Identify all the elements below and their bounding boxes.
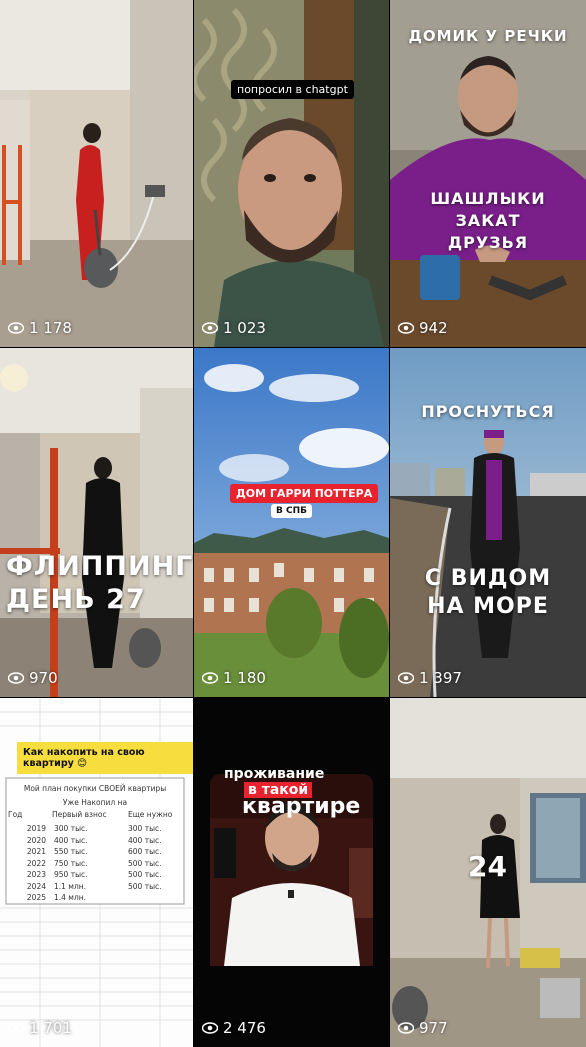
eye-icon	[202, 672, 218, 684]
view-count: 2 476	[202, 1019, 266, 1037]
table-row: 2023 950 тыс. 500 тыс.	[26, 870, 162, 879]
thumbnail-image	[194, 698, 389, 1047]
table-row: 2022 750 тыс. 500 тыс.	[26, 858, 162, 868]
view-count: 970	[8, 669, 58, 687]
view-count: 1 180	[202, 669, 266, 687]
eye-icon	[398, 322, 414, 334]
title-line-1: проживание	[224, 766, 325, 782]
title-line-3: квартире	[242, 794, 361, 819]
thumbnail-image	[0, 348, 193, 697]
view-count: 1 701	[8, 1019, 72, 1037]
reel-tile-house-by-river[interactable]: ДОМИК У РЕЧКИ ШАШЛЫКИ ЗАКАТ ДРУЗЬЯ 942	[390, 0, 586, 347]
view-count: 942	[398, 319, 448, 337]
subtitle-tag: В СПБ	[271, 504, 312, 518]
subtitle-caption: ШАШЛЫКИ ЗАКАТ ДРУЗЬЯ	[430, 189, 546, 252]
title-caption: ДОМИК У РЕЧКИ	[408, 27, 568, 45]
view-count-value: 942	[419, 319, 448, 337]
sheet-title: Мой план покупки СВОЕЙ квартиры	[23, 784, 167, 793]
eye-icon	[202, 1022, 218, 1034]
thumbnail-image	[390, 348, 586, 697]
thumbnail-image	[194, 348, 389, 697]
column-header-down-payment: Первый взнос	[52, 810, 107, 819]
reel-tile-flipping-day-27[interactable]: ФЛИППИНГ ДЕНЬ 27 970	[0, 348, 193, 697]
caption-pill: попросил в chatgpt	[231, 80, 354, 99]
table-row: 2021 550 тыс. 600 тыс.	[26, 847, 162, 856]
view-count-value: 1 180	[223, 669, 266, 687]
table-row: 2025 1.4 млн.	[26, 893, 87, 902]
eye-icon	[398, 1022, 414, 1034]
view-count: 1 023	[202, 319, 266, 337]
view-count-value: 1 178	[29, 319, 72, 337]
number-caption: 24	[468, 850, 507, 883]
column-header-remaining: Еще нужно	[128, 810, 173, 819]
eye-icon	[8, 1022, 24, 1034]
reel-tile-living-in-apartment[interactable]: проживание в такой квартире 2 476	[194, 698, 389, 1047]
sheet-table-body: 2019 300 тыс. 300 тыс. 2020 400 тыс. 400 тыс…	[0, 823, 193, 904]
title-line-2: НА МОРЕ	[427, 594, 549, 619]
title-line-1: С ВИДОМ	[424, 566, 552, 591]
eye-icon	[398, 672, 414, 684]
view-count: 1 397	[398, 669, 462, 687]
table-row: 2020 400 тыс. 400 тыс.	[26, 835, 162, 845]
reels-grid: 1 178 попросил в chatgpt 1 023 ДОМИК У Р…	[0, 0, 586, 1047]
reel-tile-savings-plan[interactable]: Как накопить на свою квартиру 😊 Мой план…	[0, 698, 193, 1047]
view-count: 977	[398, 1019, 448, 1037]
thumbnail-image	[390, 0, 586, 347]
view-count-value: 1 701	[29, 1019, 72, 1037]
view-count-value: 977	[419, 1019, 448, 1037]
title-tag: ДОМ ГАРРИ ПОТТЕРА	[230, 484, 379, 503]
view-count-value: 970	[29, 669, 58, 687]
view-count-value: 1 397	[419, 669, 462, 687]
reel-tile-renovation-24[interactable]: 24 977	[390, 698, 586, 1047]
view-count-value: 1 023	[223, 319, 266, 337]
title-line-2: ДЕНЬ 27	[6, 584, 146, 615]
eye-icon	[8, 672, 24, 684]
sheet-subtitle: Уже Накопил на	[62, 798, 128, 807]
table-row: 2024 1.1 млн. 500 тыс.	[26, 881, 162, 891]
eye-icon	[8, 322, 24, 334]
reel-tile-harry-potter-house[interactable]: ДОМ ГАРРИ ПОТТЕРА В СПБ 1 180	[194, 348, 389, 697]
column-header-year: Год	[8, 810, 23, 819]
reel-tile-renovation-red-dress[interactable]: 1 178	[0, 0, 193, 347]
table-row: 2019 300 тыс. 300 тыс.	[26, 824, 162, 833]
thumbnail-image	[194, 0, 389, 347]
reel-tile-chatgpt[interactable]: попросил в chatgpt 1 023	[194, 0, 389, 347]
eye-icon	[202, 322, 218, 334]
title-banner: Как накопить на свою квартиру 😊	[17, 742, 193, 774]
reel-tile-sea-view[interactable]: ПРОСНУТЬСЯ С ВИДОМ НА МОРЕ 1 397	[390, 348, 586, 697]
title-line-1: ФЛИППИНГ	[6, 551, 193, 582]
view-count-value: 2 476	[223, 1019, 266, 1037]
thumbnail-image	[0, 0, 193, 347]
view-count: 1 178	[8, 319, 72, 337]
top-caption: ПРОСНУТЬСЯ	[421, 402, 555, 421]
